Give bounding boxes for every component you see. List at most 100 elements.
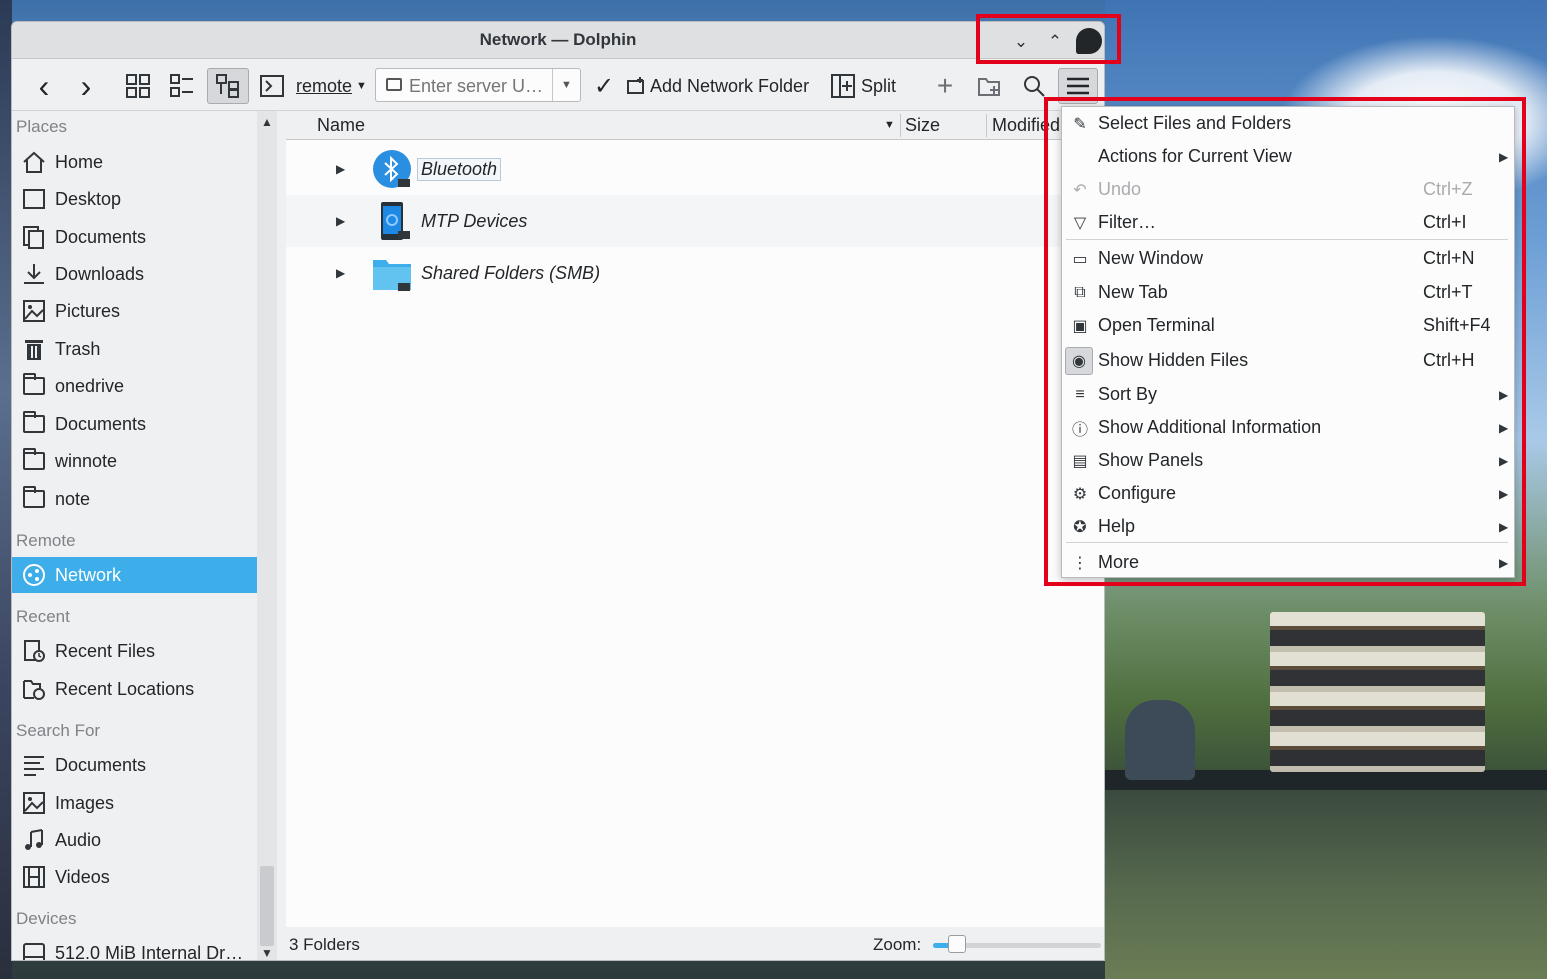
recent-locations-icon: [21, 676, 47, 702]
wallpaper-bag: [1125, 700, 1195, 780]
sidebar-item-recent-files[interactable]: Recent Files: [12, 633, 257, 669]
sidebar-item-label: Pictures: [55, 300, 121, 321]
sidebar-item-search-documents[interactable]: Documents: [12, 747, 257, 783]
sidebar-item-downloads[interactable]: Downloads: [12, 256, 257, 292]
expand-arrow-icon[interactable]: ▶: [336, 162, 345, 176]
sidebar-item-documents[interactable]: Documents: [12, 219, 257, 255]
sidebar-item-label: Images: [55, 792, 115, 813]
icons-view-button[interactable]: [120, 68, 156, 104]
forward-icon: ›: [80, 67, 92, 104]
zoom-slider-handle[interactable]: [948, 935, 966, 953]
title-bar[interactable]: Network — Dolphin ⌄ ⌃: [12, 22, 1104, 59]
annotation-box-menu: [1044, 97, 1526, 586]
grid-icon: [126, 74, 150, 98]
terminal-button[interactable]: [258, 68, 286, 104]
checkmark-icon: ✓: [593, 72, 615, 100]
sidebar-item-label: Desktop: [55, 188, 122, 209]
wallpaper-floor: [1105, 790, 1547, 979]
sort-arrow-icon: ▼: [884, 119, 895, 131]
expand-arrow-icon[interactable]: ▶: [336, 214, 345, 228]
hamburger-icon: [1067, 77, 1089, 95]
sidebar-item-label: Audio: [55, 829, 102, 850]
film-icon: [21, 864, 47, 890]
column-name[interactable]: Name: [317, 115, 365, 136]
sidebar-item-search-images[interactable]: Images: [12, 785, 257, 821]
sidebar-item-label: Network: [55, 564, 122, 585]
trash-icon: [21, 336, 47, 362]
table-row-smb[interactable]: ▶ Shared Folders (SMB): [286, 247, 1104, 299]
add-network-folder-button[interactable]: Add Network Folder: [626, 68, 816, 104]
column-size[interactable]: Size: [905, 115, 940, 136]
add-folder-icon: [627, 77, 644, 94]
window-title: Network — Dolphin: [479, 30, 637, 49]
section-devices: Devices: [16, 909, 77, 928]
sidebar-item-label: winnote: [55, 450, 118, 471]
new-folder-icon: [978, 78, 1000, 96]
server-url-input[interactable]: [409, 76, 549, 97]
sidebar-item-label: note: [55, 488, 91, 509]
dolphin-window: Network — Dolphin ⌄ ⌃ ‹ › remote ▼ Enter…: [11, 21, 1105, 961]
sidebar-item-note[interactable]: note: [12, 481, 257, 517]
sidebar-item-pictures[interactable]: Pictures: [12, 293, 257, 329]
add-network-folder-label: Add Network Folder: [650, 75, 810, 96]
confirm-button[interactable]: ✓: [589, 68, 619, 104]
remote-label: remote: [296, 75, 353, 96]
image-icon: [21, 790, 47, 816]
combo-dropdown-button[interactable]: ▼: [552, 69, 580, 101]
sidebar-item-label: Home: [55, 151, 104, 172]
sidebar-item-label: Documents: [55, 226, 147, 247]
sidebar-item-search-videos[interactable]: Videos: [12, 859, 257, 895]
sidebar-item-recent-locations[interactable]: Recent Locations: [12, 671, 257, 707]
scroll-up-icon[interactable]: ▲: [261, 115, 273, 129]
forward-button[interactable]: ›: [68, 68, 104, 104]
scroll-down-icon[interactable]: ▼: [261, 946, 273, 960]
back-icon: ‹: [38, 67, 50, 104]
sidebar-item-label: Recent Locations: [55, 678, 195, 699]
annotation-box-window-controls: [976, 14, 1121, 64]
pictures-icon: [21, 298, 47, 324]
search-icon: [1024, 76, 1045, 97]
sidebar-item-trash[interactable]: Trash: [12, 331, 257, 367]
compact-view-button[interactable]: [164, 68, 200, 104]
sidebar-item-label: 512.0 MiB Internal Dr…: [55, 942, 244, 961]
remote-dropdown[interactable]: remote ▼: [296, 68, 374, 104]
section-places: Places: [16, 117, 68, 136]
recent-files-icon: [21, 638, 47, 664]
new-folder-button[interactable]: [972, 68, 1008, 104]
plus-icon: +: [936, 70, 954, 101]
folder-icon: [21, 373, 47, 399]
sidebar-item-network[interactable]: Network: [12, 557, 257, 593]
file-view[interactable]: Name ▼ Size Modified ▶ Bluetooth ▶ MTP D…: [286, 111, 1104, 927]
sidebar-item-internal-drive[interactable]: 512.0 MiB Internal Dr…: [12, 935, 257, 961]
table-row-bluetooth[interactable]: ▶ Bluetooth: [286, 143, 1104, 195]
sidebar-item-home[interactable]: Home: [12, 144, 257, 180]
drive-icon: [21, 940, 47, 960]
sidebar-item-label: Recent Files: [55, 640, 156, 661]
column-separator: [900, 114, 901, 137]
sidebar-item-winnote[interactable]: winnote: [12, 443, 257, 479]
sidebar-item-documents-2[interactable]: Documents: [12, 406, 257, 442]
section-remote: Remote: [16, 531, 76, 550]
zoom-label: Zoom:: [873, 935, 922, 954]
sidebar-item-label: Downloads: [55, 263, 145, 284]
details-view-button[interactable]: [207, 68, 249, 104]
column-separator: [986, 114, 987, 137]
new-tab-button[interactable]: +: [928, 68, 962, 104]
sidebar-item-onedrive[interactable]: onedrive: [12, 368, 257, 404]
folder-icon: [21, 411, 47, 437]
sidebar-item-desktop[interactable]: Desktop: [12, 181, 257, 217]
sidebar-item-label: Trash: [55, 338, 101, 359]
table-row-mtp[interactable]: ▶ MTP Devices: [286, 195, 1104, 247]
sidebar-scrollbar[interactable]: ▲ ▼: [257, 111, 277, 960]
scrollbar-thumb[interactable]: [260, 866, 274, 946]
sidebar-item-label: Videos: [55, 866, 110, 887]
split-icon: [831, 74, 855, 98]
split-button[interactable]: Split: [831, 68, 907, 104]
server-url-combo[interactable]: ▼: [375, 68, 581, 102]
expand-arrow-icon[interactable]: ▶: [336, 266, 345, 280]
back-button[interactable]: ‹: [26, 68, 62, 104]
section-search-for: Search For: [16, 721, 101, 740]
sidebar-item-search-audio[interactable]: Audio: [12, 822, 257, 858]
terminal-icon: [260, 75, 284, 97]
music-note-icon: [21, 827, 47, 853]
